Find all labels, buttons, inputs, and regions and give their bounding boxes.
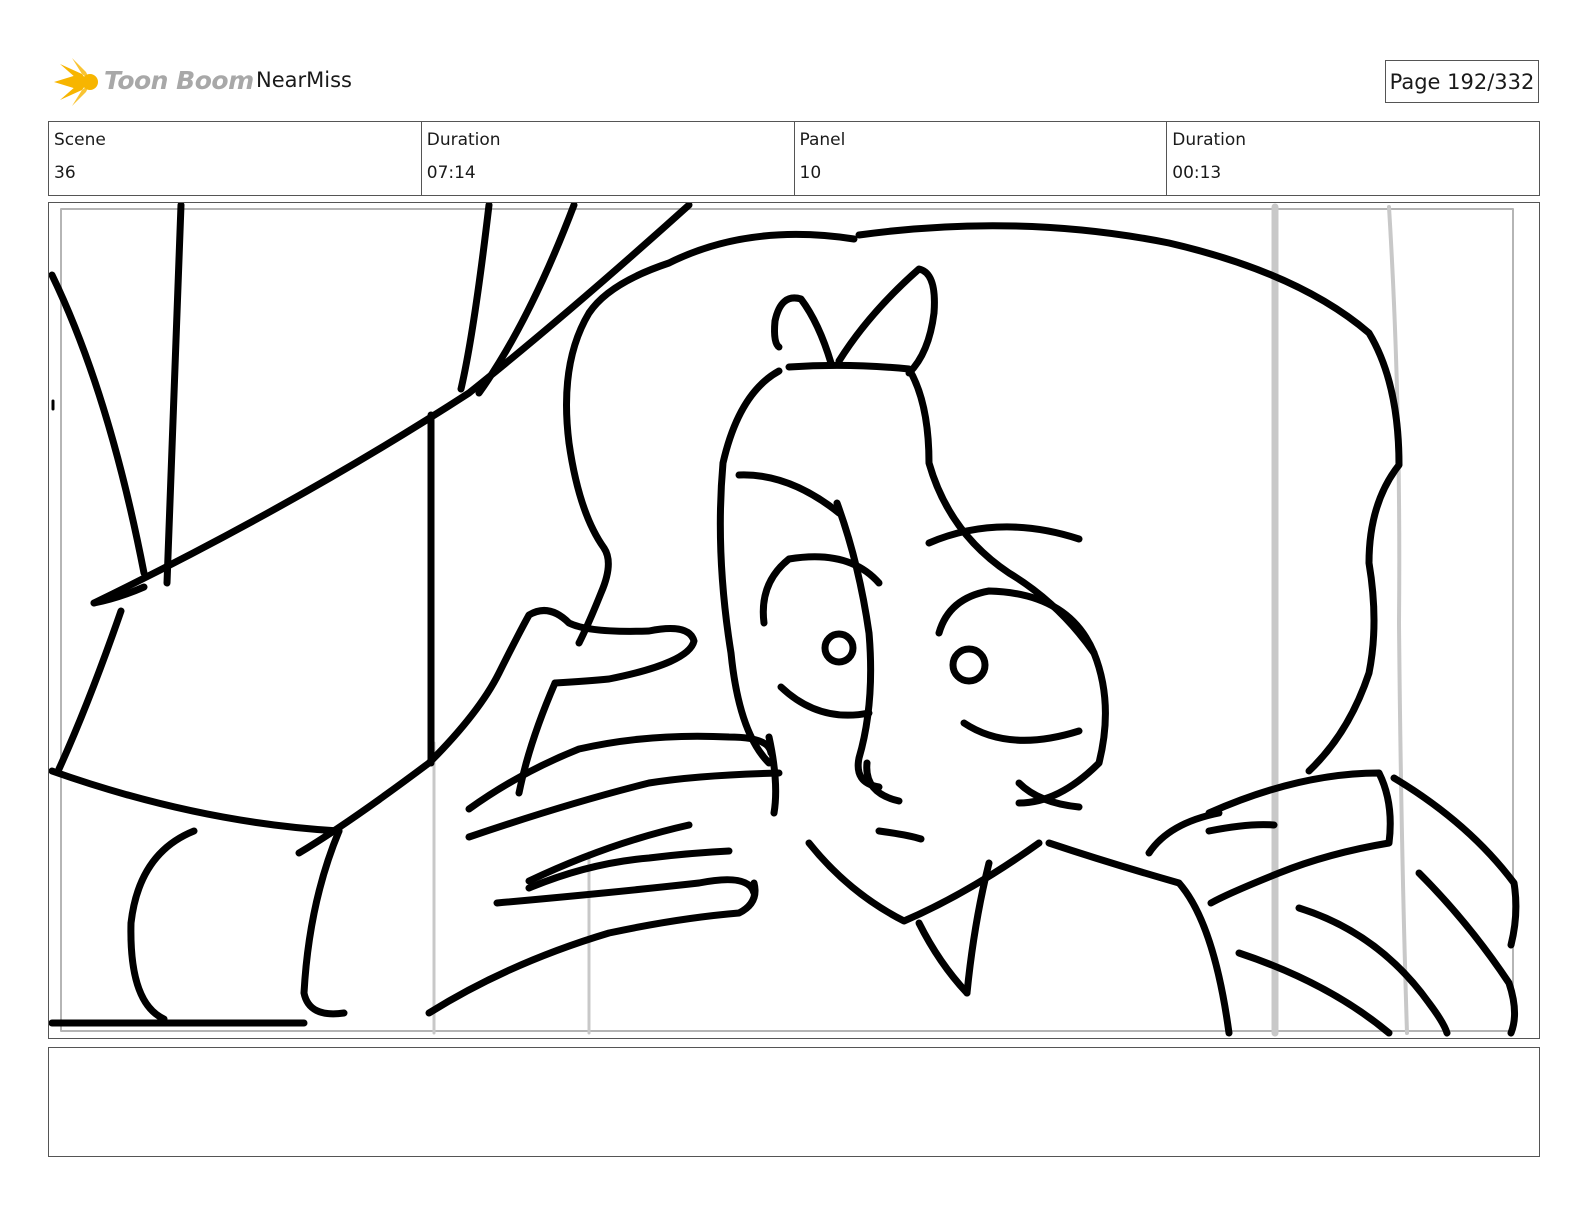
scene-duration-label: Duration	[426, 130, 501, 150]
toon-boom-logo: Toon Boom	[50, 56, 254, 108]
logo-wordmark: Toon Boom	[104, 66, 254, 95]
project-title: NearMiss	[256, 68, 352, 92]
scene-info-table: Scene 36 Duration 07:14 Panel 10 Duratio…	[48, 121, 1540, 196]
sun-flare-icon	[54, 58, 98, 106]
scene-duration-value: 07:14	[426, 163, 476, 183]
panel-value: 10	[799, 163, 822, 183]
panel-duration-label: Duration	[1172, 130, 1247, 150]
scene-duration-cell: Duration 07:14	[422, 122, 795, 195]
page-label: Page 192/332	[1389, 69, 1535, 94]
panel-cell: Panel 10	[795, 122, 1168, 195]
scene-cell: Scene 36	[49, 122, 422, 195]
storyboard-panel	[48, 202, 1540, 1039]
panel-duration-value: 00:13	[1172, 163, 1222, 183]
page-indicator: Page 192/332	[1385, 60, 1539, 103]
scene-value: 36	[54, 163, 76, 183]
panel-duration-cell: Duration 00:13	[1167, 122, 1539, 195]
panel-notes-box	[48, 1047, 1540, 1157]
scene-label: Scene	[54, 130, 106, 150]
storyboard-sketch-image	[49, 203, 1520, 1037]
panel-label: Panel	[799, 130, 846, 150]
